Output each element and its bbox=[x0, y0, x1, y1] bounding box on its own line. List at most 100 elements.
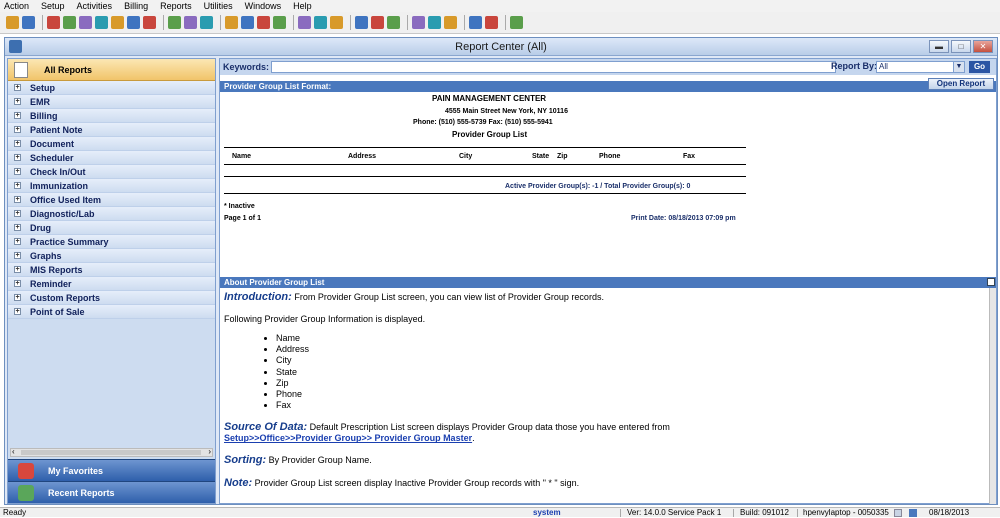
vial-icon[interactable] bbox=[298, 16, 311, 29]
sidebar-item-graphs[interactable]: + Graphs bbox=[8, 249, 215, 263]
lock-icon[interactable] bbox=[485, 16, 498, 29]
menu-bar: Action Setup Activities Billing Reports … bbox=[0, 0, 1000, 12]
word-icon[interactable] bbox=[412, 16, 425, 29]
list-icon[interactable] bbox=[184, 16, 197, 29]
about-expand-icon[interactable] bbox=[987, 278, 995, 286]
scroll-right-arrow[interactable]: › bbox=[208, 447, 211, 456]
my-favorites-button[interactable]: My Favorites bbox=[8, 459, 215, 481]
open-report-button[interactable]: Open Report bbox=[928, 78, 994, 90]
sidebar-item-check-in-out[interactable]: + Check In/Out bbox=[8, 165, 215, 179]
menu-reports[interactable]: Reports bbox=[160, 1, 192, 11]
close-button[interactable]: ✕ bbox=[973, 40, 993, 53]
menu-setup[interactable]: Setup bbox=[41, 1, 65, 11]
report-title: Provider Group List bbox=[452, 130, 528, 139]
about-vertical-scrollbar[interactable] bbox=[989, 288, 996, 504]
scan-icon[interactable] bbox=[355, 16, 368, 29]
transfer-icon[interactable] bbox=[387, 16, 400, 29]
sorting-text: By Provider Group Name. bbox=[266, 455, 372, 466]
sidebar-item-point-of-sale[interactable]: + Point of Sale bbox=[8, 305, 215, 319]
sidebar-item-document[interactable]: + Document bbox=[8, 137, 215, 151]
printer-icon[interactable] bbox=[63, 16, 76, 29]
folder-icon[interactable] bbox=[47, 16, 60, 29]
sidebar-item-office-used-item[interactable]: + Office Used Item bbox=[8, 193, 215, 207]
sidebar-item-emr[interactable]: + EMR bbox=[8, 95, 215, 109]
expand-icon[interactable]: + bbox=[14, 140, 21, 147]
menu-help[interactable]: Help bbox=[293, 1, 312, 11]
page-number: Page 1 of 1 bbox=[224, 215, 261, 222]
menu-billing[interactable]: Billing bbox=[124, 1, 148, 11]
sidebar-horizontal-scrollbar[interactable]: ‹ › bbox=[10, 447, 213, 457]
document-icon[interactable] bbox=[273, 16, 286, 29]
menu-activities[interactable]: Activities bbox=[77, 1, 113, 11]
chevron-down-icon[interactable]: ▼ bbox=[953, 62, 964, 72]
sidebar-item-patient-note[interactable]: + Patient Note bbox=[8, 123, 215, 137]
note-icon[interactable] bbox=[241, 16, 254, 29]
menu-action[interactable]: Action bbox=[4, 1, 29, 11]
header-rule-mid bbox=[224, 164, 746, 165]
keywords-input[interactable] bbox=[271, 61, 837, 73]
sidebar-item-custom-reports[interactable]: + Custom Reports bbox=[8, 291, 215, 305]
print-icon[interactable] bbox=[444, 16, 457, 29]
intro-text: From Provider Group List screen, you can… bbox=[291, 292, 604, 302]
sidebar-item-drug[interactable]: + Drug bbox=[8, 221, 215, 235]
expand-icon[interactable]: + bbox=[14, 98, 21, 105]
list-item: Name bbox=[276, 333, 984, 344]
expand-icon[interactable]: + bbox=[14, 126, 21, 133]
dollar-icon[interactable] bbox=[111, 16, 124, 29]
expand-icon[interactable]: + bbox=[14, 196, 21, 203]
refresh-icon[interactable] bbox=[371, 16, 384, 29]
users-icon[interactable] bbox=[22, 16, 35, 29]
expand-icon[interactable]: + bbox=[14, 84, 21, 91]
expand-icon[interactable]: + bbox=[14, 308, 21, 315]
expand-icon[interactable]: + bbox=[14, 210, 21, 217]
sidebar-item-immunization[interactable]: + Immunization bbox=[8, 179, 215, 193]
calendar-icon[interactable] bbox=[225, 16, 238, 29]
email-icon[interactable] bbox=[428, 16, 441, 29]
source-link[interactable]: Setup>>Office>>Provider Group>> Provider… bbox=[224, 433, 472, 443]
sidebar-item-setup[interactable]: + Setup bbox=[8, 81, 215, 95]
expand-icon[interactable]: + bbox=[14, 154, 21, 161]
sidebar-item-reminder[interactable]: + Reminder bbox=[8, 277, 215, 291]
expand-icon[interactable]: + bbox=[14, 224, 21, 231]
sidebar-item-practice-summary[interactable]: + Practice Summary bbox=[8, 235, 215, 249]
recent-reports-button[interactable]: Recent Reports bbox=[8, 481, 215, 503]
expand-icon[interactable]: + bbox=[14, 168, 21, 175]
sidebar-item-mis-reports[interactable]: + MIS Reports bbox=[8, 263, 215, 277]
sidebar-item-scheduler[interactable]: + Scheduler bbox=[8, 151, 215, 165]
org-address: 4555 Main Street New York, NY 10116 bbox=[445, 108, 568, 115]
dollar-icon[interactable] bbox=[143, 16, 156, 29]
help-icon[interactable] bbox=[469, 16, 482, 29]
chart-icon[interactable] bbox=[200, 16, 213, 29]
scroll-left-arrow[interactable]: ‹ bbox=[12, 447, 15, 456]
list-item: Fax bbox=[276, 400, 984, 411]
book-icon[interactable] bbox=[79, 16, 92, 29]
expand-icon[interactable]: + bbox=[14, 182, 21, 189]
sidebar-item-label: MIS Reports bbox=[30, 264, 83, 275]
all-reports-header[interactable]: All Reports bbox=[8, 59, 215, 81]
dollar-icon[interactable] bbox=[127, 16, 140, 29]
expand-icon[interactable]: + bbox=[14, 294, 21, 301]
expand-icon[interactable]: + bbox=[14, 280, 21, 287]
expand-icon[interactable]: + bbox=[14, 252, 21, 259]
menu-windows[interactable]: Windows bbox=[245, 1, 282, 11]
group-icon[interactable] bbox=[314, 16, 327, 29]
user-icon[interactable] bbox=[6, 16, 19, 29]
exit-icon[interactable] bbox=[510, 16, 523, 29]
report-by-select[interactable]: All ▼ bbox=[876, 61, 965, 73]
pill-icon[interactable] bbox=[257, 16, 270, 29]
list-item: State bbox=[276, 367, 984, 378]
expand-icon[interactable]: + bbox=[14, 112, 21, 119]
sidebar-item-diagnostic-lab[interactable]: + Diagnostic/Lab bbox=[8, 207, 215, 221]
sidebar-item-billing[interactable]: + Billing bbox=[8, 109, 215, 123]
maximize-button[interactable]: □ bbox=[951, 40, 971, 53]
go-button[interactable]: Go bbox=[969, 61, 990, 73]
minimize-button[interactable]: ▬ bbox=[929, 40, 949, 53]
flask-icon[interactable] bbox=[95, 16, 108, 29]
expand-icon[interactable]: + bbox=[14, 238, 21, 245]
grid-icon[interactable] bbox=[330, 16, 343, 29]
expand-icon[interactable]: + bbox=[14, 266, 21, 273]
following-text: Following Provider Group Information is … bbox=[224, 314, 426, 324]
menu-utilities[interactable]: Utilities bbox=[204, 1, 233, 11]
scrollbar-thumb[interactable] bbox=[21, 450, 201, 455]
dollar-icon[interactable] bbox=[168, 16, 181, 29]
